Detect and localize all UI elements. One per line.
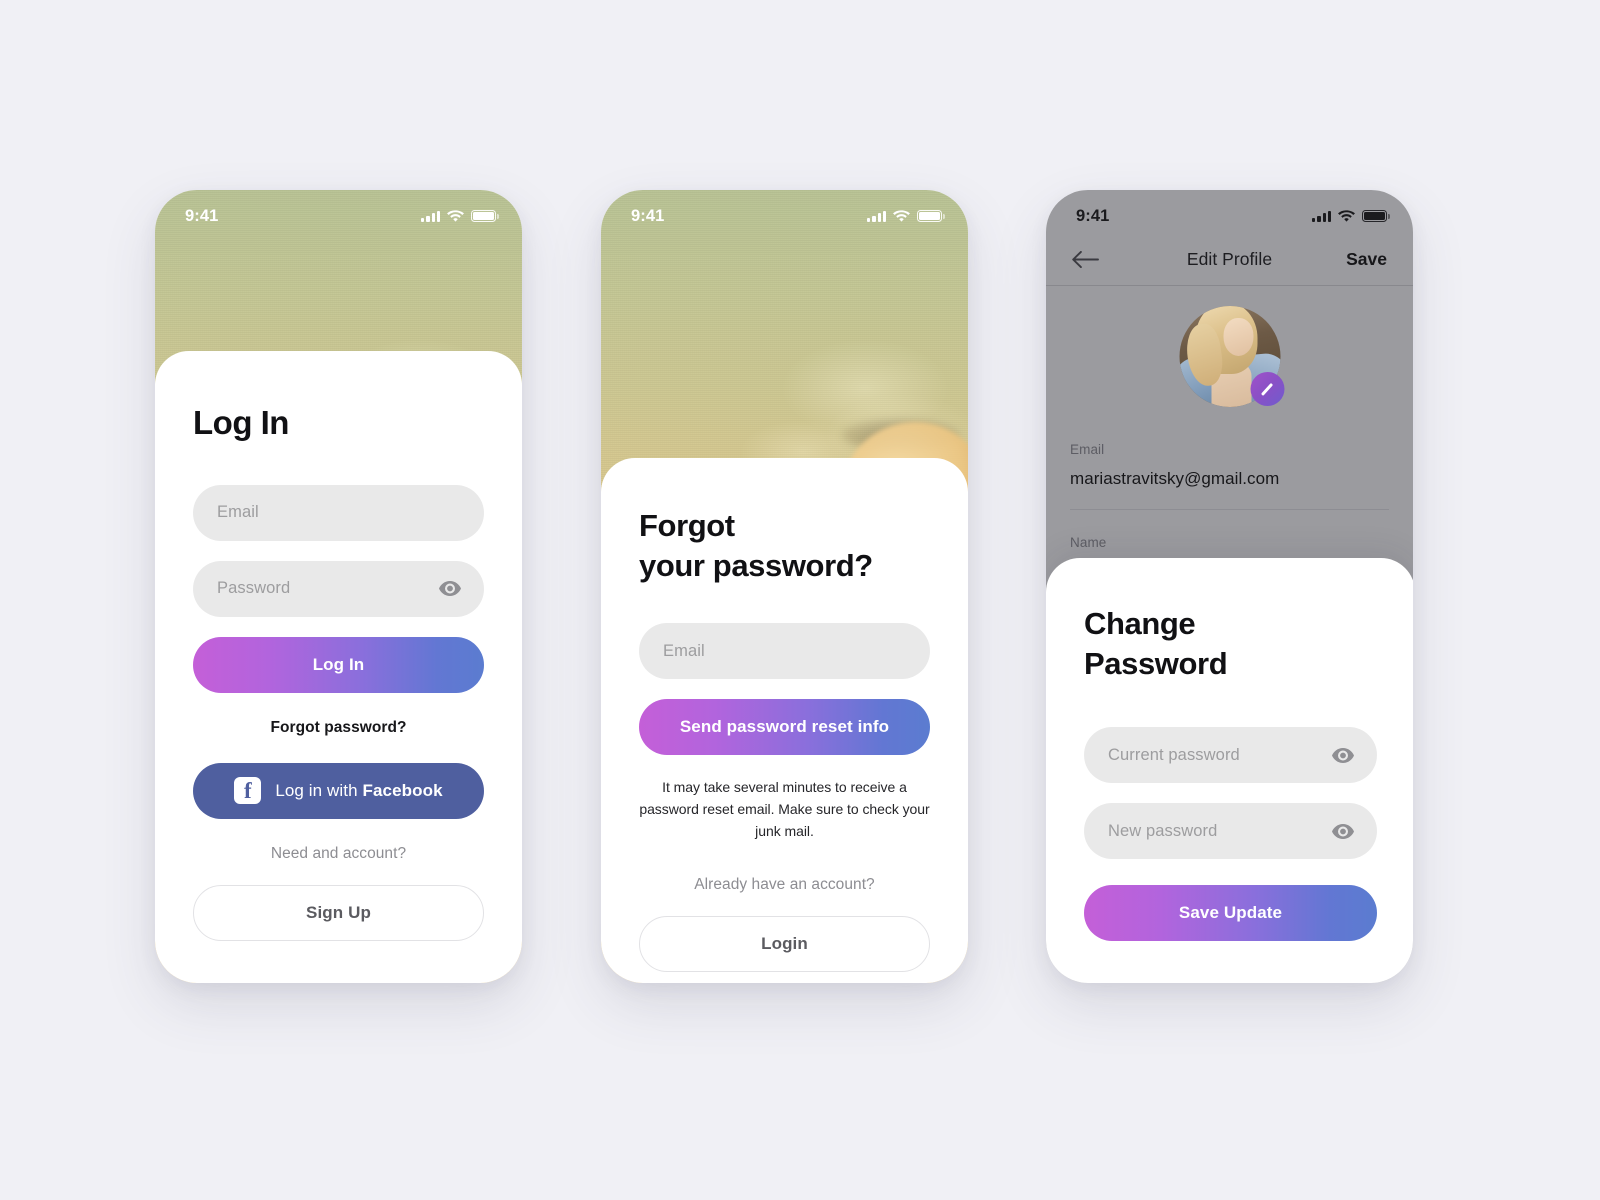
status-bar: 9:41 (1046, 190, 1413, 234)
facebook-login-button[interactable]: Log in with Facebook (193, 762, 484, 819)
navigation-bar: Edit Profile Save (1046, 234, 1413, 286)
password-input-placeholder: Password (217, 579, 291, 598)
login-card: Log In Email Password Log In Forgot pass… (155, 351, 522, 983)
save-button[interactable]: Save (1346, 249, 1387, 270)
change-password-modal: Change Password Current password New pas… (1046, 558, 1413, 983)
phone-screen-edit-profile: 9:41 Edit Profile Save Email mariastravi… (1046, 190, 1413, 983)
page-title: Forgot your password? (639, 506, 930, 585)
password-input[interactable]: Password (193, 560, 484, 617)
status-time: 9:41 (185, 206, 219, 225)
login-submit-button[interactable]: Log In (193, 636, 484, 693)
avatar-art-face (1223, 318, 1253, 356)
email-field-row[interactable]: Email mariastravitsky@gmail.com (1046, 442, 1413, 510)
battery-icon (917, 209, 945, 223)
wifi-icon (893, 209, 910, 223)
modal-title-line-1: Change (1084, 606, 1196, 641)
cellular-signal-icon (421, 210, 440, 222)
email-field-value: mariastravitsky@gmail.com (1070, 469, 1280, 488)
email-input-placeholder: Email (217, 503, 259, 522)
toggle-current-password-visibility-icon[interactable] (1331, 743, 1355, 767)
modal-title: Change Password (1084, 558, 1377, 683)
cellular-signal-icon (867, 210, 886, 222)
toggle-password-visibility-icon[interactable] (438, 577, 462, 601)
field-divider (1070, 509, 1389, 510)
new-password-input[interactable]: New password (1084, 803, 1377, 860)
current-password-placeholder: Current password (1108, 745, 1240, 764)
login-link-button[interactable]: Login (639, 916, 930, 973)
status-bar: 9:41 (601, 190, 968, 234)
facebook-label-brand: Facebook (362, 780, 443, 800)
battery-icon (1362, 209, 1390, 223)
status-bar: 9:41 (155, 190, 522, 234)
mockup-canvas: 9:41 Log In Email Password Log In Forgot… (0, 0, 1600, 1200)
email-input[interactable]: Email (639, 623, 930, 680)
forgot-password-card: Forgot your password? Email Send passwor… (601, 458, 968, 983)
status-time: 9:41 (1076, 206, 1110, 225)
forgot-password-link[interactable]: Forgot password? (193, 719, 484, 737)
send-reset-button[interactable]: Send password reset info (639, 699, 930, 756)
facebook-login-label: Log in with Facebook (275, 781, 442, 801)
save-update-button[interactable]: Save Update (1084, 885, 1377, 942)
edit-avatar-pencil-icon[interactable] (1250, 372, 1284, 406)
toggle-new-password-visibility-icon[interactable] (1331, 819, 1355, 843)
status-icon-group (421, 209, 499, 223)
new-password-placeholder: New password (1108, 821, 1218, 840)
facebook-icon (234, 777, 262, 805)
need-account-text: Need and account? (270, 844, 407, 862)
page-title-line-2: your password? (639, 547, 873, 583)
status-time: 9:41 (631, 206, 665, 225)
avatar-container (1179, 306, 1284, 407)
page-title: Log In (193, 404, 289, 441)
current-password-input[interactable]: Current password (1084, 727, 1377, 784)
back-arrow-icon[interactable] (1072, 251, 1099, 268)
wifi-icon (447, 209, 464, 223)
cellular-signal-icon (1312, 210, 1331, 222)
reset-helper-text: It may take several minutes to receive a… (639, 779, 930, 839)
already-account-text: Already have an account? (694, 876, 875, 894)
name-field-row[interactable]: Name (1046, 535, 1413, 550)
status-icon-group (1312, 209, 1390, 223)
status-icon-group (867, 209, 945, 223)
wifi-icon (1338, 209, 1355, 223)
phone-screen-forgot-password: 9:41 Forgot your password? Email Send pa… (601, 190, 968, 983)
page-title-line-1: Forgot (639, 508, 735, 543)
email-input[interactable]: Email (193, 484, 484, 541)
battery-icon (471, 209, 499, 223)
modal-title-line-2: Password (1084, 645, 1228, 681)
signup-button[interactable]: Sign Up (193, 884, 484, 941)
email-field-label: Email (1070, 442, 1105, 457)
phone-screen-login: 9:41 Log In Email Password Log In Forgot… (155, 190, 522, 983)
facebook-label-prefix: Log in with (275, 780, 363, 800)
email-input-placeholder: Email (663, 641, 705, 660)
name-field-label: Name (1070, 535, 1107, 550)
